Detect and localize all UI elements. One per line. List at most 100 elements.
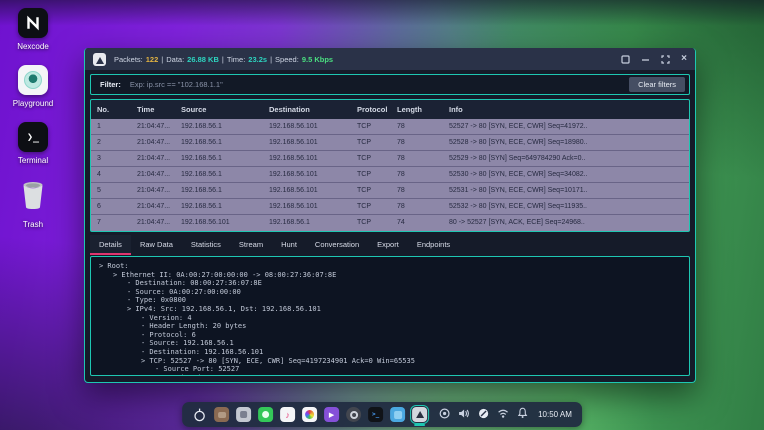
tab-stream[interactable]: Stream [230, 235, 272, 255]
cell-source: 192.168.56.1 [175, 151, 263, 166]
screen-record-icon[interactable] [439, 406, 450, 424]
cell-info: 52528 -> 80 [SYN, ECE, CWR] Seq=18980.. [443, 135, 689, 150]
network-icon[interactable] [497, 406, 509, 424]
tab-statistics[interactable]: Statistics [182, 235, 230, 255]
tree-node-root[interactable]: > Root: [99, 262, 681, 271]
restore-icon[interactable] [621, 55, 630, 64]
stat-value: 23.2s [248, 55, 267, 64]
bell-icon[interactable] [517, 406, 528, 424]
packet-row[interactable]: 421:04:47...192.168.56.1192.168.56.101TC… [91, 167, 689, 183]
taskbar-clock[interactable]: 10:50 AM [538, 410, 572, 419]
nexcode-icon [18, 8, 48, 38]
cell-time: 21:04:47... [131, 151, 175, 166]
tree-node-ethernet[interactable]: > Ethernet II: 0A:00:27:00:00:00 -> 08:0… [99, 271, 681, 280]
installer-app-icon[interactable] [236, 407, 251, 422]
tab-export[interactable]: Export [368, 235, 408, 255]
desktop-icon-nexcode[interactable]: Nexcode [4, 8, 62, 51]
packet-table-header: No. Time Source Destination Protocol Len… [91, 100, 689, 119]
desktop-icon-playground[interactable]: Playground [4, 65, 62, 108]
column-header-time[interactable]: Time [131, 105, 175, 114]
column-header-source[interactable]: Source [175, 105, 263, 114]
packet-row[interactable]: 621:04:47...192.168.56.1192.168.56.101TC… [91, 199, 689, 215]
tree-node-tcp[interactable]: > TCP: 52527 -> 80 [SYN, ECE, CWR] Seq=4… [99, 357, 681, 366]
stat-value: 122 [146, 55, 159, 64]
fullscreen-icon[interactable] [661, 55, 670, 64]
cell-protocol: TCP [351, 119, 391, 134]
packet-row[interactable]: 321:04:47...192.168.56.1192.168.56.101TC… [91, 151, 689, 167]
cell-info: 52531 -> 80 [SYN, ECE, CWR] Seq=10171.. [443, 183, 689, 198]
cell-destination: 192.168.56.101 [263, 135, 351, 150]
playground-icon [18, 65, 48, 95]
tree-node-ipv4[interactable]: > IPv4: Src: 192.168.56.1, Dst: 192.168.… [99, 305, 681, 314]
column-header-info[interactable]: Info [443, 105, 689, 114]
desktop-icon-label: Nexcode [17, 42, 49, 51]
stat-separator: | [222, 55, 224, 64]
tab-conversation[interactable]: Conversation [306, 235, 368, 255]
column-header-length[interactable]: Length [391, 105, 443, 114]
photos-app-icon[interactable] [302, 407, 317, 422]
music-app-icon[interactable]: ♪ [280, 407, 295, 422]
taskbar: ♪ ▶ >_ 10:50 AM [182, 402, 582, 427]
cell-info: 80 -> 52527 [SYN, ACK, ECE] Seq=24968.. [443, 215, 689, 231]
packet-row[interactable]: 121:04:47...192.168.56.1192.168.56.101TC… [91, 119, 689, 135]
packet-sniffer-app-icon[interactable] [412, 407, 427, 422]
files-app-icon[interactable] [214, 407, 229, 422]
tree-leaf: - Destination Port: 80 [99, 374, 681, 376]
packet-row[interactable]: 521:04:47...192.168.56.1192.168.56.101TC… [91, 183, 689, 199]
cell-info: 52529 -> 80 [SYN] Seq=649784290 Ack=0.. [443, 151, 689, 166]
cell-source: 192.168.56.101 [175, 215, 263, 231]
cell-length: 78 [391, 151, 443, 166]
detail-tabs: Details Raw Data Statistics Stream Hunt … [90, 235, 690, 255]
cell-no: 6 [91, 199, 131, 214]
desktop-icon-label: Playground [13, 99, 53, 108]
tree-leaf: - Source: 0A:00:27:00:00:00 [99, 288, 681, 297]
desktop: Nexcode Playground ❯_ Terminal Trash [0, 0, 764, 430]
system-tray: 10:50 AM [439, 406, 572, 424]
messages-app-icon[interactable] [258, 407, 273, 422]
desktop-icon-trash[interactable]: Trash [4, 179, 62, 229]
activities-icon[interactable] [192, 407, 207, 422]
cell-no: 1 [91, 119, 131, 134]
file-manager-app-icon[interactable] [390, 407, 405, 422]
minimize-icon[interactable] [641, 55, 650, 64]
column-header-no[interactable]: No. [91, 105, 131, 114]
tree-leaf: - Source Port: 52527 [99, 365, 681, 374]
desktop-icon-label: Terminal [18, 156, 48, 165]
cell-info: 52527 -> 80 [SYN, ECE, CWR] Seq=41972.. [443, 119, 689, 134]
cell-no: 4 [91, 167, 131, 182]
filter-input[interactable] [130, 80, 629, 89]
cell-length: 78 [391, 119, 443, 134]
video-player-app-icon[interactable]: ▶ [324, 407, 339, 422]
column-header-protocol[interactable]: Protocol [351, 105, 391, 114]
cell-time: 21:04:47... [131, 199, 175, 214]
tab-raw-data[interactable]: Raw Data [131, 235, 182, 255]
cell-destination: 192.168.56.101 [263, 119, 351, 134]
packet-sniffer-app-icon [93, 53, 106, 66]
tab-endpoints[interactable]: Endpoints [408, 235, 459, 255]
packet-sniffer-window: Packets:122 | Data:26.88 KB | Time:23.2s… [84, 48, 696, 383]
window-controls: × [621, 54, 687, 64]
capture-stats: Packets:122 | Data:26.88 KB | Time:23.2s… [114, 55, 333, 64]
tab-hunt[interactable]: Hunt [272, 235, 306, 255]
close-icon[interactable]: × [681, 54, 687, 64]
column-header-destination[interactable]: Destination [263, 105, 351, 114]
cell-protocol: TCP [351, 215, 391, 231]
clear-filters-button[interactable]: Clear filters [629, 77, 685, 92]
cell-protocol: TCP [351, 199, 391, 214]
packet-row[interactable]: 221:04:47...192.168.56.1192.168.56.101TC… [91, 135, 689, 151]
compass-icon[interactable] [478, 406, 489, 424]
filter-bar: Filter: Clear filters [90, 74, 690, 95]
cell-protocol: TCP [351, 167, 391, 182]
cell-time: 21:04:47... [131, 119, 175, 134]
cell-no: 5 [91, 183, 131, 198]
desktop-icon-terminal[interactable]: ❯_ Terminal [4, 122, 62, 165]
stat-label: Time: [227, 55, 245, 64]
cell-info: 52530 -> 80 [SYN, ECE, CWR] Seq=34082.. [443, 167, 689, 182]
camera-app-icon[interactable] [346, 407, 361, 422]
volume-icon[interactable] [458, 406, 470, 424]
tab-details[interactable]: Details [90, 235, 131, 255]
cell-time: 21:04:47... [131, 167, 175, 182]
packet-row[interactable]: 721:04:47...192.168.56.101192.168.56.1TC… [91, 215, 689, 231]
cell-destination: 192.168.56.101 [263, 199, 351, 214]
terminal-app-icon[interactable]: >_ [368, 407, 383, 422]
